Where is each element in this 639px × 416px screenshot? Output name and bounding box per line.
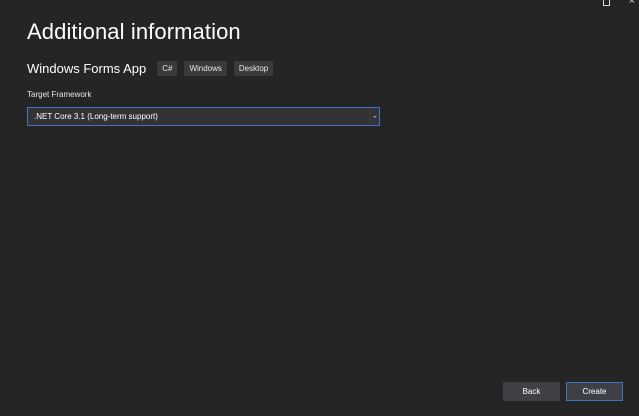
additional-information-page: × Additional information Windows Forms A…	[0, 0, 639, 416]
project-type-tag: Desktop	[233, 61, 274, 76]
create-button[interactable]: Create	[566, 382, 623, 401]
language-tag: C#	[157, 61, 178, 76]
close-icon[interactable]: ×	[629, 0, 635, 7]
window-controls: ×	[599, 0, 639, 8]
target-framework-label: Target Framework	[27, 90, 92, 99]
page-title: Additional information	[27, 19, 241, 44]
template-summary: Windows Forms App C# Windows Desktop	[27, 61, 280, 76]
target-framework-select[interactable]: .NET Core 3.1 (Long-term support)	[27, 107, 380, 126]
chevron-down-icon	[373, 115, 377, 118]
target-framework-value: .NET Core 3.1 (Long-term support)	[34, 112, 158, 121]
platform-tag: Windows	[184, 61, 227, 76]
dropdown-button[interactable]	[370, 108, 379, 125]
restore-icon[interactable]	[603, 0, 610, 6]
back-button[interactable]: Back	[503, 382, 560, 401]
template-name: Windows Forms App	[27, 61, 147, 76]
